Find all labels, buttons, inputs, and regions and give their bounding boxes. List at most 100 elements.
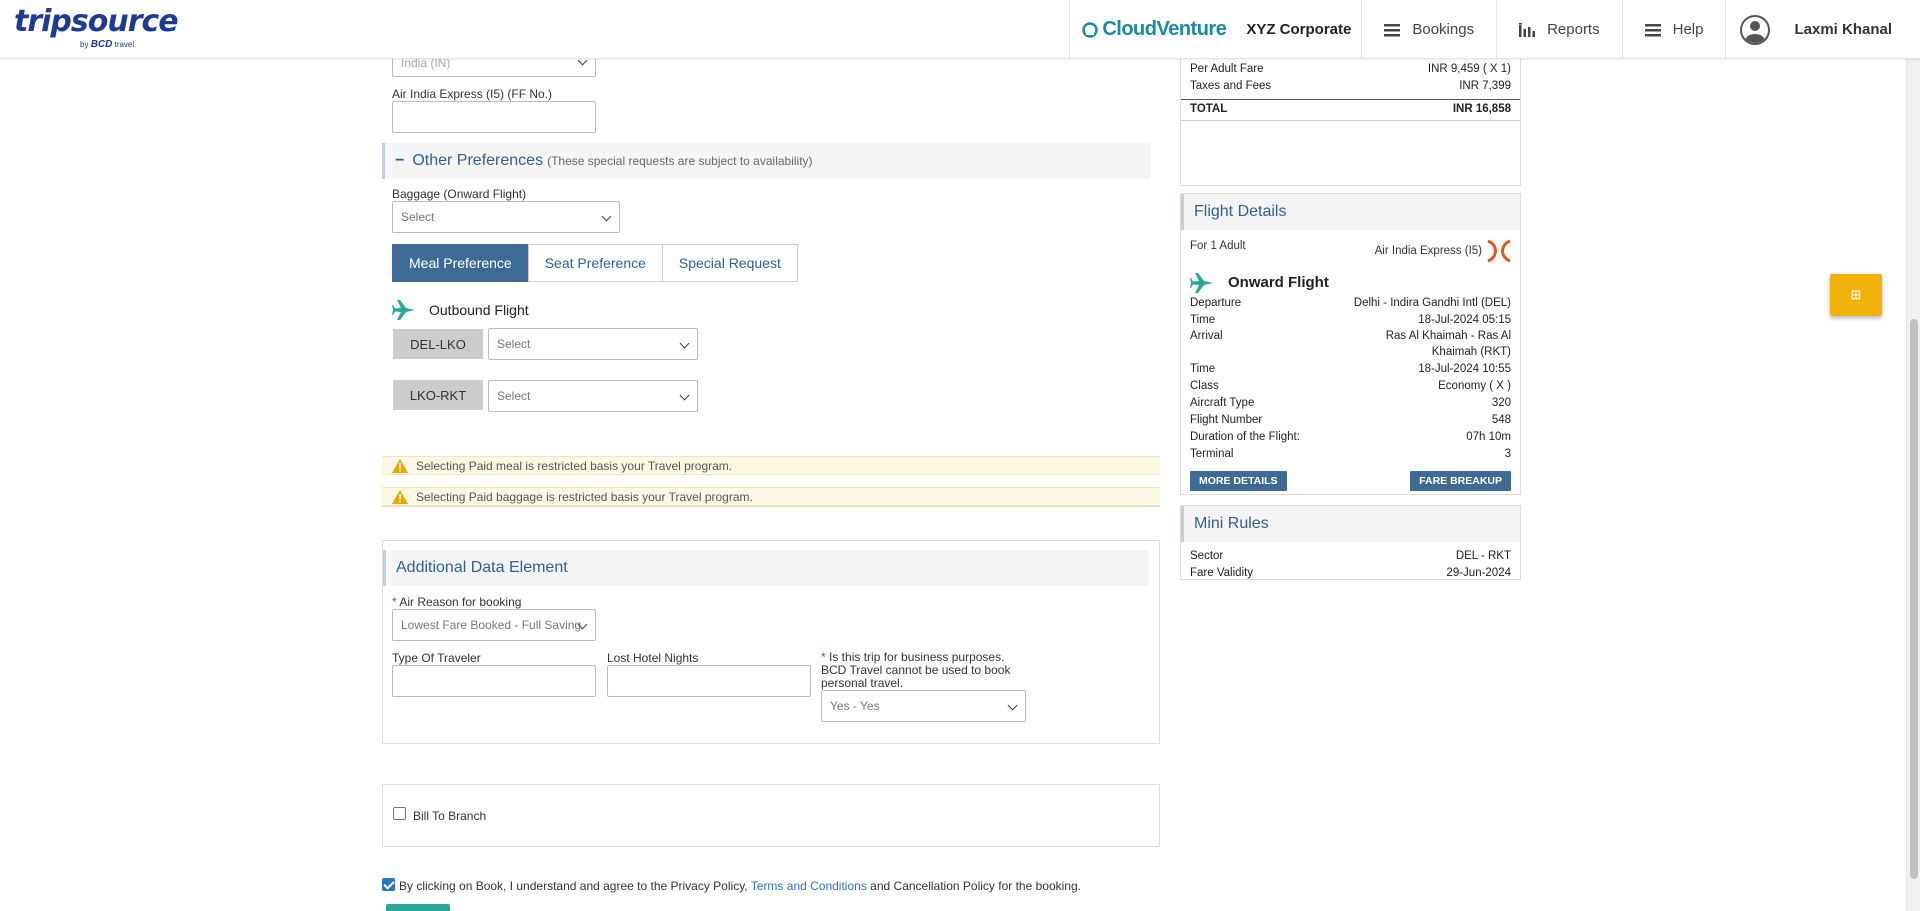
fare-summary-panel: Per Adult Fare INR 9,459 ( X 1) Taxes and… bbox=[1180, 48, 1521, 186]
mini-rule-label: Sector bbox=[1190, 550, 1224, 562]
bill-to-branch-label: Bill To Branch bbox=[413, 809, 487, 823]
flight-row: Duration of the Flight: 07h 10m bbox=[1190, 431, 1511, 447]
flight-row-label: Terminal bbox=[1190, 448, 1234, 460]
tripsource-logo[interactable]: tripsource by BCD travel bbox=[14, 4, 179, 51]
mini-rule-value: 29-Jun-2024 bbox=[1446, 567, 1511, 579]
fare-row-label: Per Adult Fare bbox=[1190, 63, 1264, 75]
fare-row-label: Taxes and Fees bbox=[1190, 80, 1272, 92]
bill-to-branch-panel bbox=[382, 784, 1160, 847]
scrollbar-thumb[interactable] bbox=[1910, 319, 1918, 879]
fare-row-value: INR 7,399 bbox=[1459, 80, 1511, 92]
tab-special-request[interactable]: Special Request bbox=[661, 244, 798, 282]
fare-row: Per Adult Fare INR 9,459 ( X 1) bbox=[1190, 63, 1511, 79]
onward-flight-title: Onward Flight bbox=[1228, 274, 1329, 291]
fare-row-value: INR 9,459 ( X 1) bbox=[1427, 63, 1511, 75]
total-divider bbox=[1181, 120, 1520, 121]
nav-reports[interactable]: Reports bbox=[1496, 0, 1622, 59]
business-purpose-label-text: Is this trip for business purposes. BCD … bbox=[821, 650, 1011, 690]
baggage-select-value: Select bbox=[401, 210, 435, 224]
additional-data-header: Additional Data Element bbox=[383, 550, 1149, 586]
fare-row: Taxes and Fees INR 7,399 bbox=[1190, 80, 1511, 96]
business-purpose-select[interactable]: Yes - Yes bbox=[821, 690, 1026, 722]
tab-meal-preference[interactable]: Meal Preference bbox=[392, 244, 529, 282]
flight-row-value: Khaimah (RKT) bbox=[1431, 346, 1511, 358]
flight-row: Departure Delhi - Indira Gandhi Intl (DEL… bbox=[1190, 297, 1511, 313]
logo-subtext: by BCD travel bbox=[80, 39, 134, 50]
total-divider bbox=[1181, 99, 1520, 100]
flight-row-label: Time bbox=[1190, 363, 1216, 375]
flight-row-value: 548 bbox=[1491, 414, 1511, 426]
mini-rule-row: Sector DEL - RKT bbox=[1190, 550, 1511, 566]
passenger-count: For 1 Adult bbox=[1190, 240, 1246, 252]
floating-action-button[interactable]: ⊞ bbox=[1830, 274, 1882, 316]
nav-help[interactable]: Help bbox=[1621, 0, 1726, 59]
flight-row-value: Delhi - Indira Gandhi Intl (DEL) bbox=[1353, 297, 1511, 309]
air-reason-label-text: Air Reason for booking bbox=[399, 595, 522, 609]
airline-name: Air India Express (I5) bbox=[1374, 245, 1482, 257]
more-details-button[interactable]: MORE DETAILS bbox=[1190, 471, 1287, 491]
lost-hotel-nights-input[interactable] bbox=[607, 665, 811, 697]
flight-row: Khaimah (RKT) bbox=[1190, 346, 1511, 362]
outbound-flight-label: Outbound Flight bbox=[429, 302, 529, 318]
bar-chart-icon bbox=[1519, 22, 1536, 37]
mini-rule-value: DEL - RKT bbox=[1455, 550, 1511, 562]
flight-row-value: 320 bbox=[1491, 397, 1511, 409]
business-purpose-value: Yes - Yes bbox=[830, 699, 880, 713]
nav-bookings[interactable]: Bookings bbox=[1361, 0, 1496, 59]
section-divider bbox=[382, 506, 1160, 507]
paid-meal-warning-text: Selecting Paid meal is restricted basis … bbox=[416, 458, 733, 473]
preference-tabs: Meal Preference Seat Preference Special … bbox=[392, 244, 798, 282]
flight-row-label: Time bbox=[1190, 314, 1216, 326]
mini-rule-label: Fare Validity bbox=[1190, 567, 1254, 579]
nav-bookings-label: Bookings bbox=[1412, 21, 1475, 38]
user-avatar-icon bbox=[1740, 14, 1771, 45]
nav-reports-label: Reports bbox=[1547, 21, 1600, 38]
agree-terms-checkbox[interactable] bbox=[382, 878, 395, 891]
paid-baggage-warning: Selecting Paid baggage is restricted bas… bbox=[382, 487, 1160, 506]
bill-to-branch-checkbox[interactable] bbox=[393, 807, 406, 820]
flight-row-value: Ras Al Khaimah - Ras Al bbox=[1385, 330, 1511, 342]
warning-icon bbox=[392, 489, 408, 504]
page-scrollbar[interactable] bbox=[1906, 59, 1920, 911]
agree-terms-text: By clicking on Book, I understand and ag… bbox=[399, 879, 1081, 893]
logo-text: tripsource bbox=[14, 4, 179, 39]
user-menu[interactable]: Laxmi Khanal bbox=[1725, 0, 1920, 59]
user-name: Laxmi Khanal bbox=[1794, 21, 1892, 38]
tab-seat-preference[interactable]: Seat Preference bbox=[527, 244, 663, 282]
main-nav: CloudVenture XYZ Corporate Bookings Repo… bbox=[1069, 0, 1920, 59]
logo-by: by bbox=[80, 40, 89, 49]
mini-rules-panel: Mini Rules Sector DEL - RKT Fare Validity… bbox=[1180, 505, 1521, 580]
airline-logo-icon bbox=[1486, 239, 1512, 266]
other-preferences-header[interactable]: − Other Preferences (These special reque… bbox=[382, 143, 1150, 179]
air-reason-select[interactable]: Lowest Fare Booked - Full Saving bbox=[392, 609, 596, 641]
agree-text-part2: and Cancellation Policy for the booking. bbox=[870, 879, 1081, 893]
traveler-type-label: Type Of Traveler bbox=[392, 651, 481, 665]
collapse-toggle[interactable]: − bbox=[395, 152, 404, 170]
lost-hotel-nights-label: Lost Hotel Nights bbox=[607, 651, 699, 665]
segment-lko-rkt-meal-select[interactable]: Select bbox=[488, 380, 698, 412]
traveler-type-input[interactable] bbox=[392, 665, 596, 697]
terms-and-conditions-link[interactable]: Terms and Conditions bbox=[751, 879, 867, 893]
ff-number-input[interactable] bbox=[392, 101, 596, 133]
other-preferences-title: Other Preferences bbox=[412, 152, 544, 169]
baggage-label: Baggage (Onward Flight) bbox=[392, 187, 527, 201]
flight-row-label: Arrival bbox=[1190, 330, 1223, 342]
fare-breakup-button[interactable]: FARE BREAKUP bbox=[1410, 471, 1511, 491]
segment-del-lko-meal-select[interactable]: Select bbox=[488, 328, 698, 360]
segment-lko-rkt-value: Select bbox=[497, 389, 531, 403]
flight-row: Class Economy ( X ) bbox=[1190, 380, 1511, 396]
baggage-select[interactable]: Select bbox=[392, 201, 620, 233]
nav-help-label: Help bbox=[1672, 21, 1704, 38]
segment-del-lko-label: DEL-LKO bbox=[393, 329, 483, 359]
brand-name: CloudVenture bbox=[1102, 18, 1227, 40]
flight-details-panel: Flight Details For 1 Adult Air India Exp… bbox=[1180, 193, 1521, 495]
flight-row-value: 3 bbox=[1504, 448, 1511, 460]
book-button[interactable] bbox=[386, 904, 450, 911]
corporate-name: XYZ Corporate bbox=[1246, 21, 1352, 38]
flight-row-label: Flight Number bbox=[1190, 414, 1263, 426]
flight-row-label: Departure bbox=[1190, 297, 1242, 309]
corporate-brand: CloudVenture XYZ Corporate bbox=[1069, 0, 1361, 59]
segment-del-lko-value: Select bbox=[497, 337, 531, 351]
hamburger-icon bbox=[1384, 23, 1401, 37]
flight-row-label: Duration of the Flight: bbox=[1190, 431, 1300, 443]
